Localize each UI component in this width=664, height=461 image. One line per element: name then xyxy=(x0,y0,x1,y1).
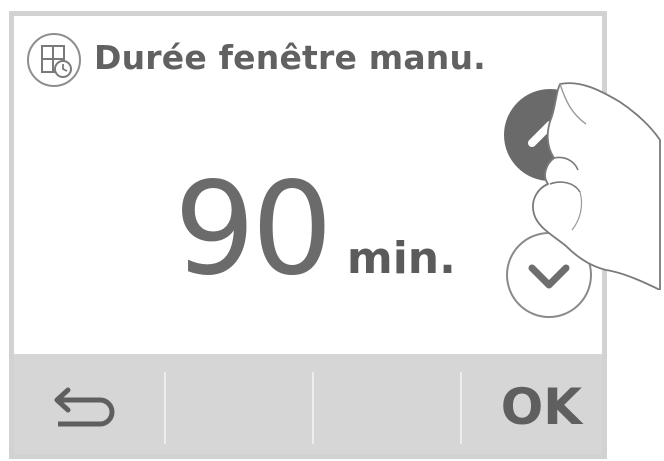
page-title: Durée fenêtre manu. xyxy=(94,38,486,77)
decrease-button[interactable] xyxy=(506,232,592,318)
chevron-up-icon xyxy=(528,121,572,147)
thermostat-screen: Durée fenêtre manu. 90 min. OK xyxy=(9,11,607,459)
duration-unit: min. xyxy=(346,233,456,284)
duration-number: 90 xyxy=(174,155,333,304)
increase-button[interactable] xyxy=(504,89,596,181)
ok-button[interactable]: OK xyxy=(462,354,602,454)
ok-label: OK xyxy=(500,378,582,436)
duration-value: 90 min. xyxy=(174,166,456,326)
footer-button-3[interactable] xyxy=(314,354,460,454)
chevron-down-icon xyxy=(528,264,570,289)
footer-button-2[interactable] xyxy=(166,354,312,454)
window-timer-icon xyxy=(27,33,81,87)
footer-bar: OK xyxy=(14,354,602,454)
back-button[interactable] xyxy=(14,354,164,454)
back-arrow-icon xyxy=(54,387,115,427)
